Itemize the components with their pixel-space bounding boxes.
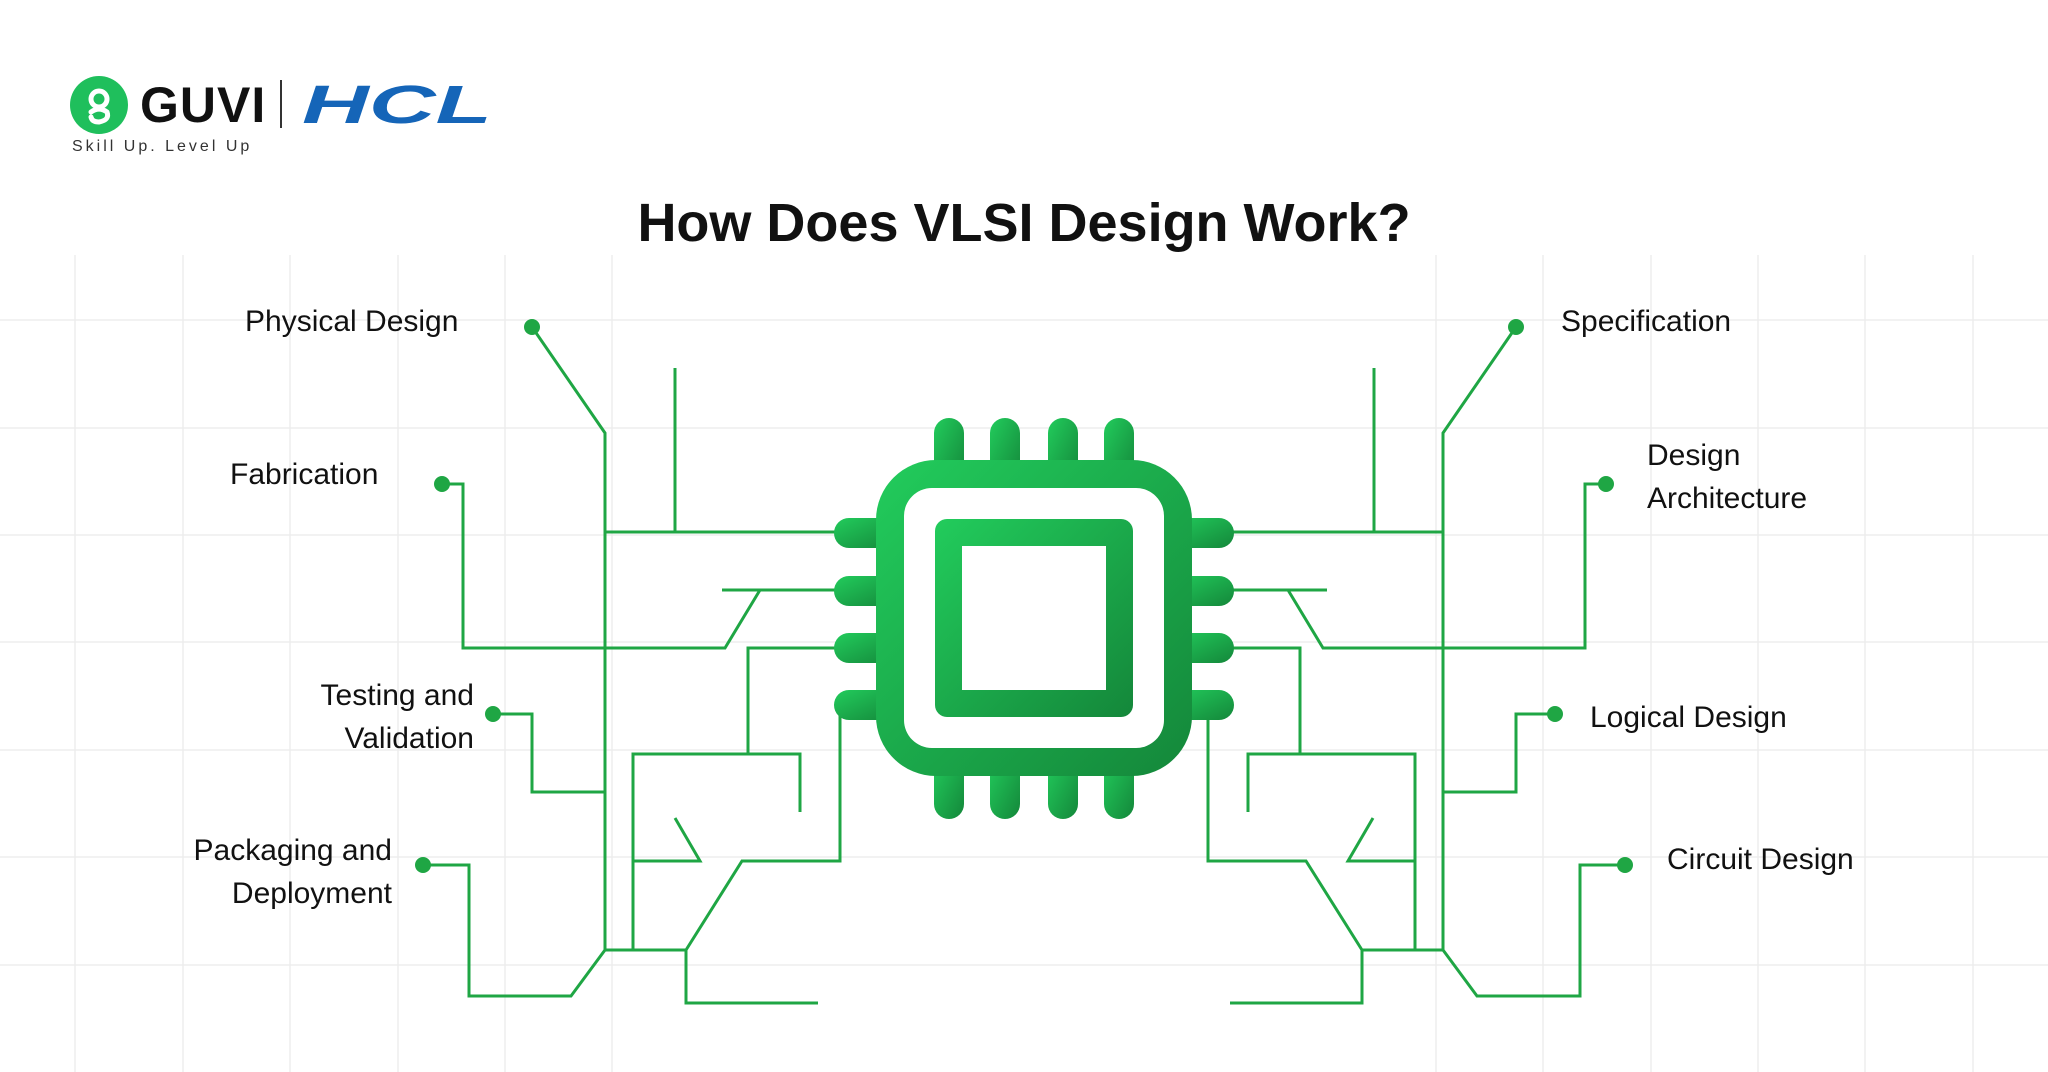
- step-label-specification: Specification: [1561, 305, 1732, 338]
- trace-right-5: [1246, 752, 1417, 950]
- page-title: How Does VLSI Design Work?: [637, 193, 1411, 253]
- step-label-fabrication: Fabrication: [230, 458, 379, 491]
- hcl-logo: HCL: [302, 75, 492, 135]
- connector-physical-design: [530, 326, 607, 950]
- trace-right-7: [1206, 708, 1364, 951]
- step-label-testing-validation: Testing and Validation: [320, 679, 474, 755]
- brand-name: GUVI: [140, 77, 267, 133]
- connector-specification: [1441, 326, 1518, 950]
- trace-left-8: [684, 950, 818, 1005]
- connector-testing-validation: [493, 712, 605, 794]
- dot-circuit-design: [1617, 857, 1633, 873]
- dot-specification: [1508, 319, 1524, 335]
- step-label-logical-design: Logical Design: [1590, 701, 1787, 734]
- svg-text:HCL: HCL: [302, 75, 492, 135]
- dot-packaging-deployment: [415, 857, 431, 873]
- dot-physical-design: [524, 319, 540, 335]
- brand-tagline: Skill Up. Level Up: [72, 138, 253, 155]
- step-label-circuit-design: Circuit Design: [1667, 843, 1854, 876]
- connector-fabrication: [442, 482, 762, 650]
- trace-left-6: [633, 817, 703, 863]
- connector-circuit-design: [1362, 863, 1625, 998]
- trace-right-8: [1230, 950, 1364, 1005]
- trace-left-4: [746, 646, 840, 754]
- step-label-design-architecture: Design Architecture: [1647, 439, 1808, 515]
- trace-left-5: [631, 752, 802, 950]
- connector-packaging-deployment: [423, 863, 686, 998]
- dot-logical-design: [1547, 706, 1563, 722]
- logo-divider: [280, 80, 282, 128]
- trace-left-7: [684, 708, 842, 951]
- dot-design-architecture: [1598, 476, 1614, 492]
- guvi-logo-icon: [70, 76, 128, 134]
- brand-logo: GUVI HCL Skill Up. Level Up: [70, 72, 530, 202]
- trace-right-6: [1345, 817, 1415, 863]
- dot-testing-validation: [485, 706, 501, 722]
- connector-design-architecture: [1286, 482, 1606, 650]
- dot-fabrication: [434, 476, 450, 492]
- connector-logical-design: [1443, 712, 1555, 794]
- step-label-packaging-deployment: Packaging and Deployment: [193, 834, 393, 910]
- step-label-physical-design: Physical Design: [245, 305, 459, 338]
